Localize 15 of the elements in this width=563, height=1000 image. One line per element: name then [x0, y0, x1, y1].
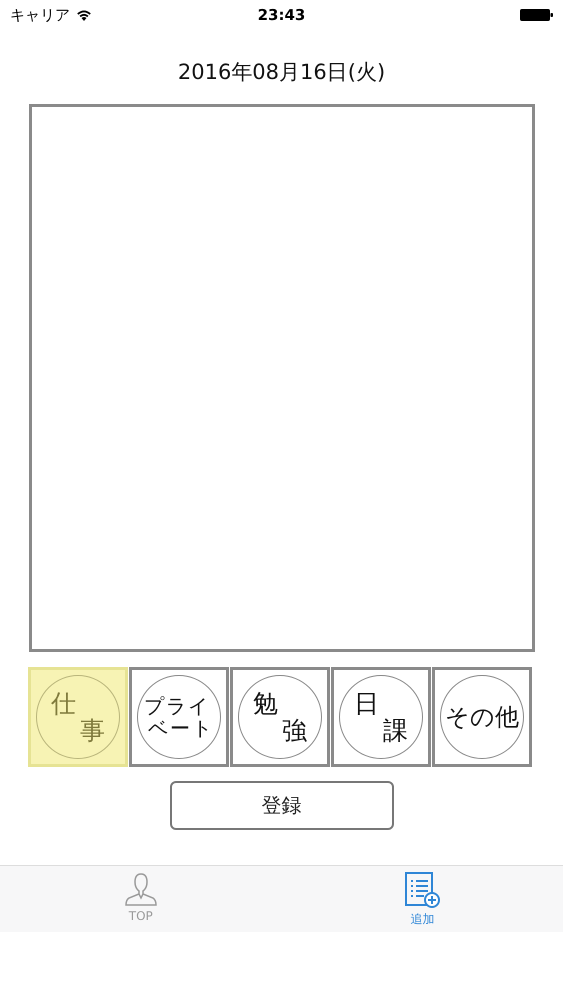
person-icon: [124, 872, 158, 906]
tab-item[interactable]: 追加: [400, 866, 444, 932]
wifi-icon: [76, 9, 92, 21]
carrier-name: キャリア: [10, 6, 70, 24]
category-button[interactable]: 日 課: [331, 667, 431, 767]
category-button[interactable]: 勉 強: [230, 667, 330, 767]
add-list-icon: [404, 872, 440, 908]
date-title: 2016年08月16日(火): [178, 59, 386, 86]
category-button[interactable]: 仕 事: [28, 667, 128, 767]
register-button[interactable]: 登録: [170, 781, 394, 830]
battery-icon: [520, 9, 553, 21]
memo-field[interactable]: [28, 104, 534, 652]
category-button[interactable]: プライ ベート: [129, 667, 229, 767]
status-time: 23:43: [258, 6, 306, 24]
category-button[interactable]: その他: [432, 667, 532, 767]
